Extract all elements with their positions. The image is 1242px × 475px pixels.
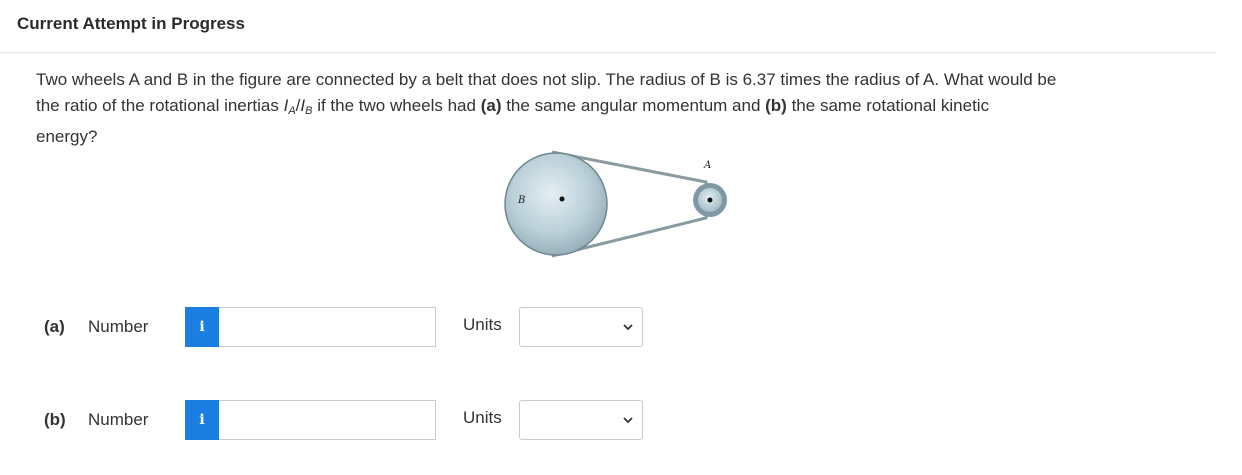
question-page: Current Attempt in Progress Two wheels A… bbox=[0, 0, 1242, 475]
question-line-2-end: the same rotational kinetic bbox=[786, 96, 990, 115]
question-text: Two wheels A and B in the figure are con… bbox=[36, 67, 1211, 150]
wheel-a-axle bbox=[707, 197, 713, 203]
question-line-2-start: the ratio of the rotational inertias bbox=[36, 96, 284, 115]
chevron-down-icon bbox=[623, 324, 633, 331]
label-a: A bbox=[703, 160, 711, 171]
question-line-3: energy? bbox=[36, 127, 98, 146]
page-title: Current Attempt in Progress bbox=[17, 14, 245, 33]
question-line-2-mid2: the same angular momentum and bbox=[501, 96, 766, 115]
inertia-symbol-a: IA bbox=[284, 96, 296, 117]
number-label: Number bbox=[88, 410, 149, 429]
units-label: Units bbox=[463, 315, 502, 334]
info-icon[interactable]: i bbox=[185, 307, 219, 347]
units-select[interactable] bbox=[519, 307, 643, 347]
units-label: Units bbox=[463, 408, 502, 427]
inertia-sub-a: A bbox=[288, 105, 296, 117]
answer-row-b: (b) Number i Units bbox=[44, 400, 664, 442]
part-label: (a) bbox=[44, 317, 65, 336]
part-b-marker: (b) bbox=[765, 96, 787, 115]
number-label: Number bbox=[88, 317, 149, 336]
info-icon[interactable]: i bbox=[185, 400, 219, 440]
chevron-down-icon bbox=[623, 417, 633, 424]
question-line-1: Two wheels A and B in the figure are con… bbox=[36, 70, 1057, 89]
wheel-b-axle bbox=[559, 196, 565, 202]
units-select[interactable] bbox=[519, 400, 643, 440]
label-b: B bbox=[517, 195, 525, 206]
number-input[interactable] bbox=[219, 400, 436, 440]
part-a-marker: (a) bbox=[480, 96, 502, 115]
answer-row-a: (a) Number i Units bbox=[44, 307, 664, 349]
question-line-2-mid: if the two wheels had bbox=[312, 96, 481, 115]
part-label: (b) bbox=[44, 410, 66, 429]
header-divider bbox=[0, 52, 1216, 53]
number-input[interactable] bbox=[219, 307, 436, 347]
inertia-symbol-b: IB bbox=[300, 96, 312, 117]
belt-wheels-figure: B A bbox=[504, 150, 727, 258]
